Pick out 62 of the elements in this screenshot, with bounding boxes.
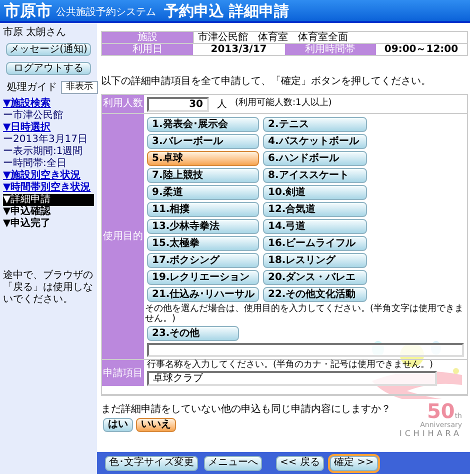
logo-number: 50 <box>426 401 455 421</box>
answer-button[interactable]: いいえ <box>136 418 176 432</box>
nav-link[interactable]: ▼施設別空き状況 <box>3 170 94 182</box>
same-content-question: まだ詳細申請をしていない他の申込も同じ申請内容にしますか？ <box>101 404 391 416</box>
footer-button[interactable]: << 戻る <box>276 456 324 470</box>
other-note: その他を選んだ場合は、使用目的を入力してください。(半角文字は使用できません。) <box>145 304 465 324</box>
purpose-button[interactable]: 10.剣道 <box>263 185 367 200</box>
purpose-button[interactable]: 11.相撲 <box>147 202 259 217</box>
city-name: 市原市 <box>4 1 52 21</box>
purpose-button[interactable]: 20.ダンス・バレエ <box>263 270 367 285</box>
people-hint: (利用可能人数:1人以上) <box>235 97 332 110</box>
footer-button[interactable]: 色･文字サイズ変更 <box>105 456 198 470</box>
nav-link[interactable]: ▼日時選択 <box>3 122 94 134</box>
answer-button[interactable]: はい <box>103 418 133 432</box>
sidebar-button[interactable]: メッセージ(通知) <box>6 43 91 56</box>
people-unit: 人 <box>217 98 227 112</box>
purpose-button[interactable]: 12.合気道 <box>263 202 367 217</box>
purpose-button[interactable]: 4.バスケットボール <box>263 134 367 149</box>
footer-button[interactable]: 確定 >> <box>330 456 378 470</box>
purpose-label: 使用目的 <box>102 114 144 359</box>
sidebar-button[interactable]: ログアウトする <box>6 62 91 75</box>
user-name: 市原 太朗さん <box>3 27 68 39</box>
purpose-button[interactable]: 13.少林寺拳法 <box>147 219 259 234</box>
system-name: 公共施設予約システム <box>56 6 156 20</box>
purpose-button[interactable]: 17.ボクシング <box>147 253 259 268</box>
other-purpose-field[interactable] <box>147 343 464 357</box>
people-label: 利用人数 <box>102 95 144 113</box>
purpose-button[interactable]: 7.陸上競技 <box>147 168 259 183</box>
purpose-button[interactable]: 21.仕込み･リハーサル <box>147 287 259 302</box>
purpose-button[interactable]: 5.卓球 <box>147 151 259 166</box>
nav-link[interactable]: ▼時間帯別空き状況 <box>3 182 94 194</box>
purpose-button[interactable]: 16.ビームライフル <box>263 236 367 251</box>
event-name-field[interactable]: 卓球クラブ <box>147 371 437 386</box>
date-label: 利用日 <box>102 44 193 55</box>
purpose-button[interactable]: 14.弓道 <box>263 219 367 234</box>
hide-guide-button[interactable]: 非表示 <box>61 81 98 94</box>
purpose-button[interactable]: 6.ハンドボール <box>263 151 367 166</box>
purpose-button[interactable]: 23.その他 <box>147 326 239 341</box>
purpose-button[interactable]: 19.レクリエーション <box>147 270 259 285</box>
page-title: 予約申込 詳細申請 <box>164 1 290 21</box>
time-value: 09:00～12:00 <box>383 44 460 55</box>
facility-label: 施設 <box>102 32 193 43</box>
time-label: 利用時間帯 <box>284 44 376 55</box>
logo-city: ICHIHARA <box>399 429 462 439</box>
purpose-button[interactable]: 1.発表会･展示会 <box>147 117 259 132</box>
footer-button[interactable]: メニューへ <box>204 456 262 470</box>
purpose-button[interactable]: 15.太極拳 <box>147 236 259 251</box>
purpose-button[interactable]: 9.柔道 <box>147 185 259 200</box>
instruction-text: 以下の詳細申請項目を全て申請して、「確定」ボタンを押してください。 <box>101 76 432 88</box>
guide-label: 処理ガイド <box>7 82 57 94</box>
facility-value: 市津公民館 体育室 体育室全面 <box>193 32 467 43</box>
warning-note: 途中で、ブラウザの「戻る」は使用しないでください。 <box>3 270 94 306</box>
event-note: 行事名称を入力してください。(半角のカナ・記号は使用できません。) <box>147 360 434 371</box>
event-label: 申請項目 <box>102 360 144 386</box>
nav-link[interactable]: ▼施設検索 <box>3 98 94 110</box>
purpose-button[interactable]: 2.テニス <box>263 117 367 132</box>
purpose-button[interactable]: 22.その他文化活動 <box>263 287 367 302</box>
purpose-button[interactable]: 18.レスリング <box>263 253 367 268</box>
purpose-button[interactable]: 3.バレーボール <box>147 134 259 149</box>
people-field[interactable]: 30 <box>147 96 209 112</box>
date-value: 2013/3/17 <box>210 44 268 55</box>
purpose-button[interactable]: 8.アイススケート <box>263 168 367 183</box>
